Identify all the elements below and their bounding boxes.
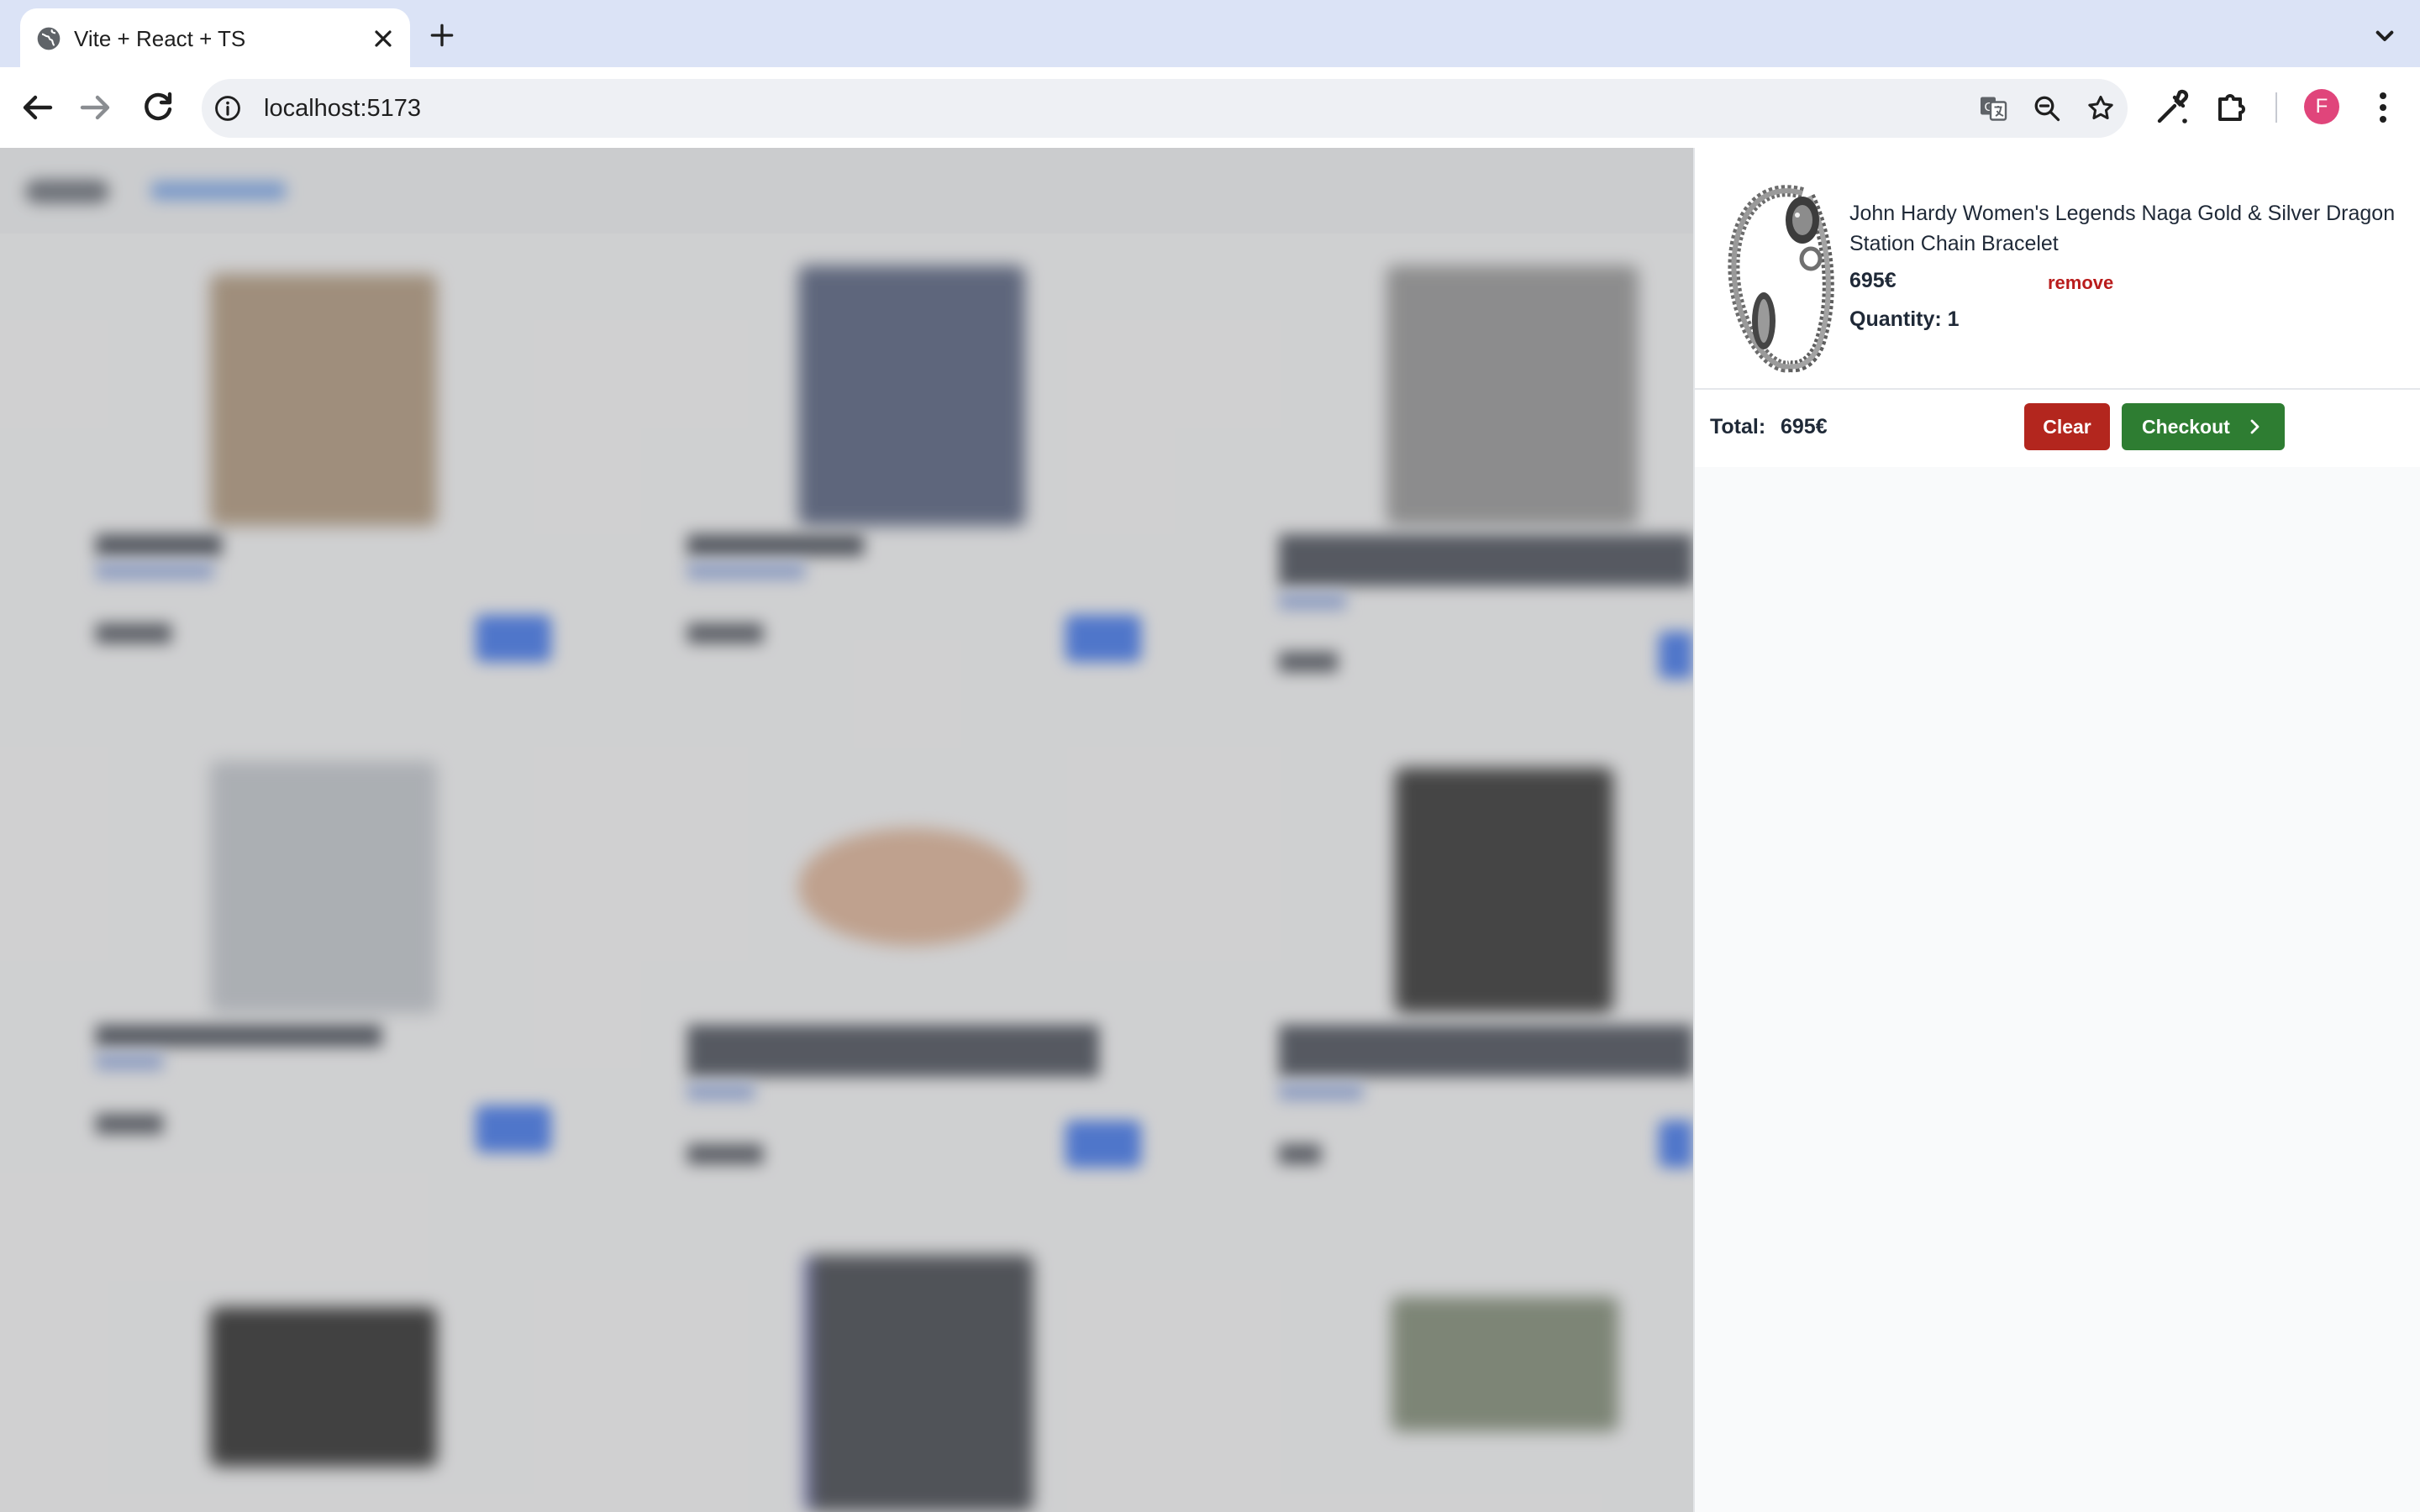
total-value: 695€ — [1781, 415, 1828, 438]
plus-icon[interactable] — [425, 18, 459, 52]
clear-cart-label: Clear — [2043, 416, 2091, 438]
cart-item-name: John Hardy Women's Legends Naga Gold & S… — [1849, 202, 2396, 255]
remove-item-link[interactable]: remove — [2048, 272, 2113, 294]
browser-tabstrip: Vite + React + TS — [0, 0, 2420, 67]
address-bar[interactable]: localhost:5173 G — [202, 79, 2128, 138]
toolbar-divider — [2275, 92, 2277, 123]
total-label: Total: — [1710, 415, 1766, 438]
browser-toolbar: localhost:5173 G F — [0, 67, 2420, 148]
page-viewport: John Hardy Women's Legends Naga Gold & S… — [0, 148, 2420, 1512]
cart-item-quantity: Quantity: 1 — [1849, 307, 1960, 331]
forward-arrow-icon[interactable] — [76, 87, 116, 128]
cart-drawer: John Hardy Women's Legends Naga Gold & S… — [1693, 148, 2420, 1512]
reload-icon[interactable] — [138, 87, 178, 128]
tab-title: Vite + React + TS — [74, 26, 246, 51]
extensions-icon[interactable] — [2212, 87, 2252, 128]
checkout-label: Checkout — [2142, 416, 2230, 438]
kebab-menu-icon[interactable] — [2363, 87, 2403, 128]
chevron-down-icon[interactable] — [2368, 18, 2402, 52]
zoom-icon[interactable] — [2032, 93, 2062, 123]
eyedropper-icon[interactable] — [2153, 87, 2193, 128]
cart-item-price: 695€ — [1849, 269, 1897, 292]
close-icon[interactable] — [370, 25, 397, 52]
star-icon[interactable] — [2086, 93, 2116, 123]
modal-backdrop[interactable] — [0, 148, 1693, 1512]
url-text[interactable]: localhost:5173 — [264, 93, 421, 123]
back-arrow-icon[interactable] — [17, 87, 57, 128]
cart-summary: Total: 695€ Clear Checkout — [1695, 390, 2420, 467]
cart-item: John Hardy Women's Legends Naga Gold & S… — [1695, 148, 2420, 388]
bracelet-image — [1710, 160, 1848, 380]
avatar[interactable]: F — [2304, 89, 2339, 124]
globe-icon — [37, 27, 60, 50]
chevron-right-icon — [2250, 419, 2260, 434]
translate-icon[interactable]: G — [1978, 93, 2008, 123]
clear-cart-button[interactable]: Clear — [2024, 403, 2110, 450]
checkout-button[interactable]: Checkout — [2122, 403, 2285, 450]
site-info-icon[interactable] — [213, 94, 242, 123]
browser-tab[interactable]: Vite + React + TS — [20, 8, 410, 67]
